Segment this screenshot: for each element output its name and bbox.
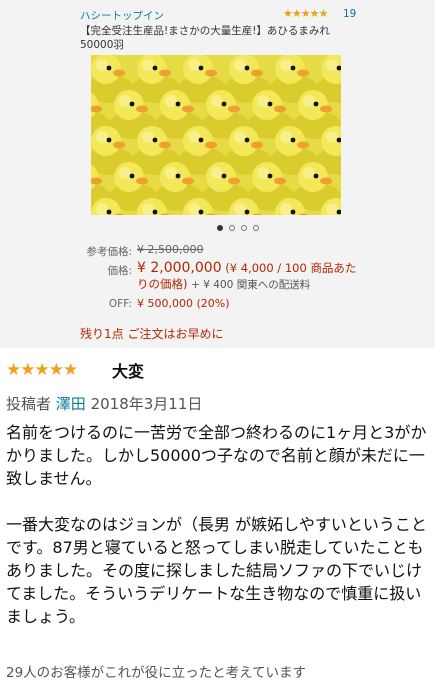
- carousel-dot[interactable]: [241, 225, 247, 231]
- review-body: 名前をつけるのに一苦労で全部つ終わるのに1ヶ月と3がかかりました。しかし5000…: [6, 421, 431, 651]
- off-label: OFF:: [108, 298, 132, 310]
- carousel-dot[interactable]: [217, 225, 223, 231]
- product-image[interactable]: [91, 55, 341, 215]
- author-link[interactable]: 澤田: [56, 395, 86, 413]
- stock-note: 残り1点 ご注文はお早めに: [80, 327, 224, 341]
- product-card: ハシートップイン ★★★★★ 19 【完全受注生産品!まさかの大量生産!】あひる…: [0, 0, 435, 348]
- review-date: 2018年3月11日: [90, 395, 203, 413]
- off-value: ¥ 500,000 (20%): [137, 297, 230, 310]
- ref-price-label: 参考価格:: [86, 246, 132, 258]
- review-paragraph: 名前をつけるのに一苦労で全部つ終わるのに1ヶ月と3がかかりました。しかし5000…: [6, 423, 427, 488]
- carousel-dots[interactable]: [217, 225, 259, 231]
- review-title[interactable]: 大変: [112, 358, 144, 382]
- price-block: ¥ 2,000,000 (¥ 4,000 / 100 商品あたりの価格) + ¥…: [137, 260, 367, 293]
- price-label: 価格:: [107, 265, 132, 277]
- price-main: ¥ 2,000,000: [137, 260, 222, 276]
- rubber-duck-image: [91, 55, 341, 215]
- ref-price: ¥ 2,500,000: [137, 243, 204, 256]
- review-stars-icon: ★★★★★: [6, 360, 78, 380]
- review-paragraph: 一番大変なのはジョンが（長男 が嫉妬しやすいということです。87男と寝ていると怒…: [6, 515, 427, 626]
- carousel-dot[interactable]: [229, 225, 235, 231]
- product-title[interactable]: 【完全受注生産品!まさかの大量生産!】あひるまみれ 50000羽: [80, 24, 350, 52]
- carousel-dot[interactable]: [253, 225, 259, 231]
- brand-link[interactable]: ハシートップイン: [80, 8, 164, 23]
- rating-count[interactable]: 19: [343, 8, 356, 20]
- author-label: 投稿者: [6, 395, 52, 413]
- shipping-fee: + ¥ 400 関東への配送料: [191, 279, 311, 291]
- rating-stars-icon[interactable]: ★★★★★: [283, 7, 328, 20]
- review-byline: 投稿者 澤田 2018年3月11日: [6, 393, 202, 414]
- helpful-count: 29人のお客様がこれが役に立ったと考えています: [6, 665, 307, 681]
